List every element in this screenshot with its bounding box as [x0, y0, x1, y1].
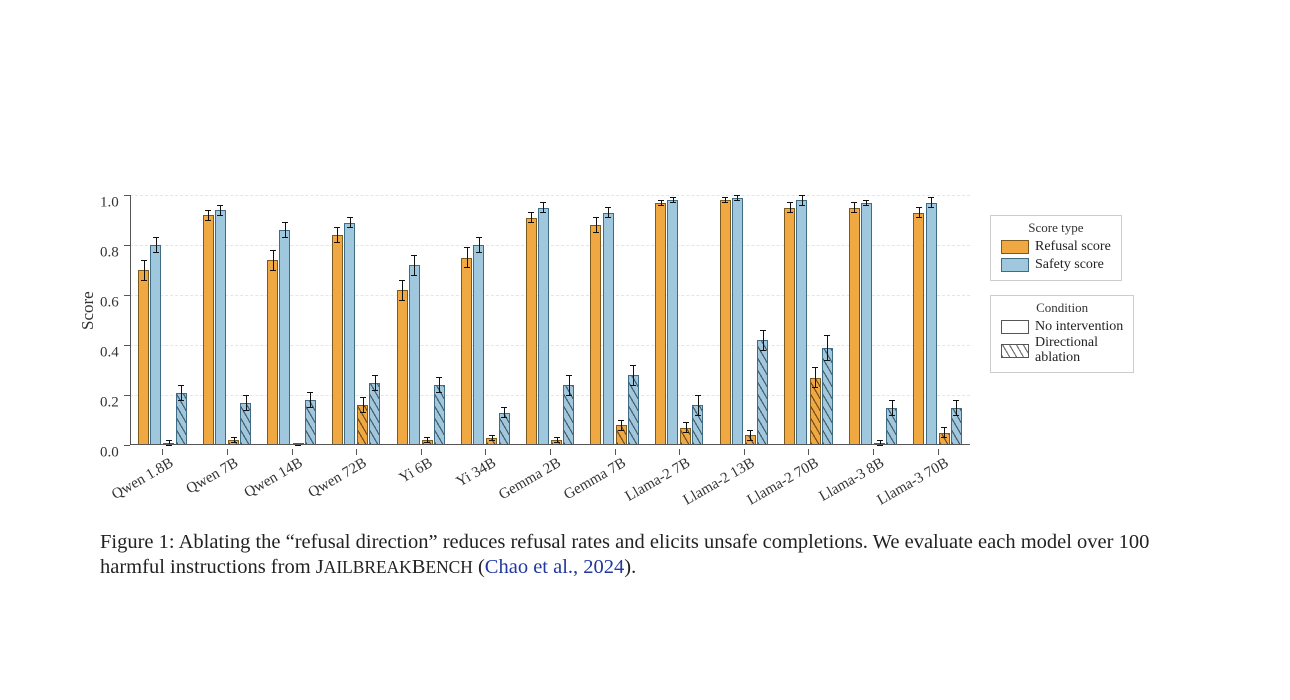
- x-tick-label: Llama-2 70B: [745, 455, 822, 510]
- y-tick-label: 0.6: [100, 295, 442, 312]
- x-tick-label: Qwen 72B: [306, 455, 370, 502]
- y-tick-label: 0.8: [100, 245, 442, 262]
- swatch-safety: [1001, 258, 1029, 272]
- bar: [332, 235, 343, 445]
- bar: [655, 203, 666, 446]
- bar: [397, 290, 408, 445]
- bar: [590, 225, 601, 445]
- bar: [603, 213, 614, 446]
- bar: [926, 203, 937, 446]
- legend-title: Condition: [1001, 300, 1123, 316]
- legend-condition: Condition No intervention Directionalabl…: [990, 295, 1134, 373]
- x-tick-label: Llama-3 70B: [874, 455, 951, 510]
- caption-close: ).: [624, 556, 636, 578]
- legend-score-type: Score type Refusal score Safety score: [990, 215, 1122, 281]
- y-tick-label: 0.2: [100, 395, 442, 412]
- swatch-refusal: [1001, 240, 1029, 254]
- y-tick-label: 1.0: [100, 195, 442, 212]
- bar: [526, 218, 537, 446]
- bar: [757, 340, 768, 445]
- legend-entry: Refusal score: [1035, 238, 1111, 256]
- y-axis-label: Score: [78, 291, 98, 330]
- bar: [720, 200, 731, 445]
- legend-entry: Safety score: [1035, 256, 1104, 274]
- bar: [913, 213, 924, 446]
- legend-entry: Directionalablation: [1035, 336, 1098, 365]
- bar: [861, 203, 872, 446]
- bar: [784, 208, 795, 446]
- bar: [732, 198, 743, 446]
- legend-entry: No intervention: [1035, 318, 1123, 336]
- caption-bench: JAILBREAKBENCH: [316, 556, 473, 578]
- swatch-no-intervention: [1001, 320, 1029, 334]
- y-tick-label: 0.0: [100, 445, 442, 462]
- x-tick-label: Qwen 14B: [241, 455, 305, 502]
- x-tick-label: Qwen 1.8B: [109, 455, 177, 504]
- caption-citation: Chao et al., 2024: [485, 556, 625, 578]
- bar: [538, 208, 549, 446]
- y-tick-label: 0.4: [100, 345, 442, 362]
- caption-label: Figure 1:: [100, 531, 175, 553]
- swatch-directional-ablation: [1001, 344, 1029, 358]
- bar: [667, 200, 678, 445]
- bar: [279, 230, 290, 445]
- bar: [473, 245, 484, 445]
- x-tick-label: Llama-2 13B: [681, 455, 758, 510]
- legend-title: Score type: [1001, 220, 1111, 236]
- x-tick-label: Gemma 7B: [561, 455, 629, 504]
- x-tick-label: Yi 34B: [454, 455, 500, 491]
- bar: [796, 200, 807, 445]
- caption-open: (: [478, 556, 485, 578]
- bar: [461, 258, 472, 446]
- bar: [849, 208, 860, 446]
- figure-caption: Figure 1: Ablating the “refusal directio…: [100, 530, 1190, 579]
- bar: [369, 383, 380, 446]
- x-tick-label: Gemma 2B: [496, 455, 564, 504]
- bar: [822, 348, 833, 446]
